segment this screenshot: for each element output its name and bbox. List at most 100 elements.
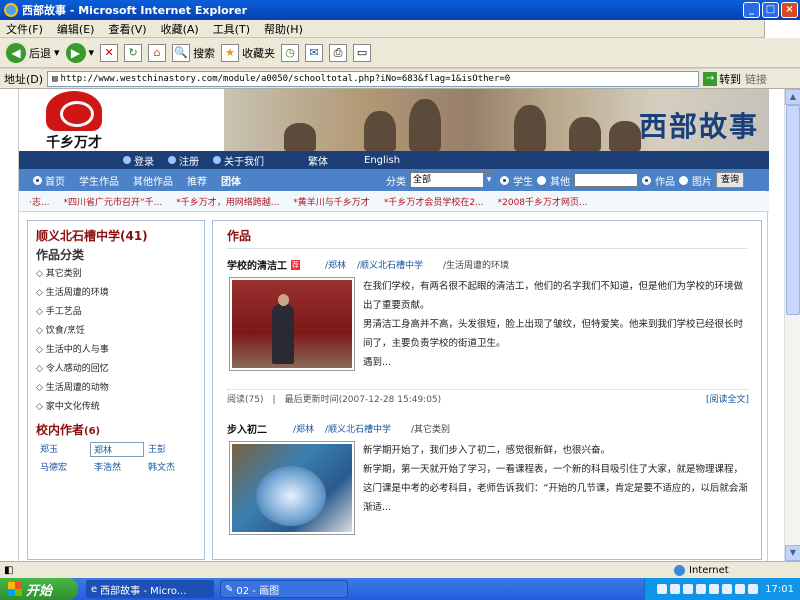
links-button[interactable]: 链接 bbox=[745, 71, 767, 87]
category-link[interactable]: 手工艺品 bbox=[36, 303, 196, 322]
tray-icon[interactable] bbox=[657, 584, 668, 594]
school-link[interactable]: /顺义北石槽中学 bbox=[357, 261, 423, 271]
school-name[interactable]: 顺义北石槽中学(41) bbox=[36, 227, 196, 244]
author-link[interactable]: 马德宏 bbox=[36, 460, 90, 473]
article-thumbnail[interactable] bbox=[229, 277, 355, 371]
article-school[interactable]: /顺义北石槽中学 bbox=[325, 422, 391, 435]
nav-recommend[interactable]: 推荐 bbox=[187, 173, 207, 188]
scroll-up-icon[interactable]: ▲ bbox=[785, 89, 800, 105]
menu-tools[interactable]: 工具(T) bbox=[213, 21, 250, 37]
address-input[interactable]: ▤ http://www.westchinastory.com/module/a0… bbox=[47, 70, 700, 87]
about-link[interactable]: 关于我们 bbox=[213, 153, 264, 168]
tray-icon[interactable] bbox=[696, 584, 707, 594]
article-title[interactable]: 步入初二 bbox=[227, 421, 267, 436]
ticker-item[interactable]: *2008千乡万才网页... bbox=[498, 195, 588, 208]
forward-button[interactable]: ▶ ▾ bbox=[65, 42, 95, 63]
scroll-thumb[interactable] bbox=[786, 105, 800, 315]
refresh-icon[interactable]: ↻ bbox=[124, 43, 143, 62]
article-school[interactable]: /顺义北石槽中学 bbox=[357, 258, 423, 271]
back-button[interactable]: ◀ 后退 ▾ bbox=[6, 42, 60, 63]
menu-file[interactable]: 文件(F) bbox=[6, 21, 43, 37]
article-author[interactable]: /郑林 bbox=[293, 422, 314, 435]
ticker-item[interactable]: *黄羊川与千乡万才 bbox=[293, 195, 370, 208]
favorites-button[interactable]: ★ 收藏夹 bbox=[221, 43, 275, 62]
category-link[interactable]: 生活中的人与事 bbox=[36, 341, 196, 360]
menu-help[interactable]: 帮助(H) bbox=[264, 21, 303, 37]
tray-icon[interactable] bbox=[670, 584, 681, 594]
article-category[interactable]: /生活周遭的环境 bbox=[443, 258, 509, 271]
image-radio[interactable] bbox=[679, 175, 688, 185]
traditional-chinese-link[interactable]: 繁体 bbox=[308, 153, 328, 168]
menu-edit[interactable]: 编辑(E) bbox=[57, 21, 95, 37]
menu-favorites[interactable]: 收藏(A) bbox=[161, 21, 199, 37]
nav-student-works[interactable]: 学生作品 bbox=[79, 173, 119, 188]
search-button[interactable]: 🔍 搜索 bbox=[172, 43, 215, 62]
article-thumbnail[interactable] bbox=[229, 441, 355, 535]
clock[interactable]: 17:01 bbox=[765, 584, 794, 595]
category-link[interactable]: 饮食/烹饪 bbox=[36, 322, 196, 341]
register-label: 注册 bbox=[179, 156, 199, 168]
category-link[interactable]: 生活周遭的环境 bbox=[36, 284, 196, 303]
forward-dropdown-icon[interactable]: ▾ bbox=[89, 46, 95, 59]
school-link[interactable]: /顺义北石槽中学 bbox=[325, 425, 391, 435]
author-link[interactable]: 郑玉 bbox=[36, 442, 90, 457]
ticker-item[interactable]: *千乡万才会员学校在2... bbox=[384, 195, 484, 208]
scroll-down-icon[interactable]: ▼ bbox=[785, 545, 800, 561]
close-button[interactable]: × bbox=[781, 2, 798, 18]
nav-home-label: 首页 bbox=[45, 176, 65, 188]
tray-icon[interactable] bbox=[683, 584, 694, 594]
back-dropdown-icon[interactable]: ▾ bbox=[54, 46, 60, 59]
go-button[interactable]: → 转到 bbox=[703, 71, 741, 87]
author-link-selected[interactable]: 郑林 bbox=[90, 442, 144, 457]
author-link[interactable]: 王彭 bbox=[144, 442, 198, 457]
article-title[interactable]: 学校的清洁工荐 bbox=[227, 257, 300, 272]
taskbar-item-paint[interactable]: ✎ 02 - 画图 bbox=[220, 580, 348, 598]
tray-icon[interactable] bbox=[748, 584, 759, 594]
nav-home[interactable]: 首页 bbox=[33, 173, 65, 188]
tray-icon[interactable] bbox=[735, 584, 746, 594]
tray-icon[interactable] bbox=[722, 584, 733, 594]
maximize-button[interactable]: □ bbox=[762, 2, 779, 18]
author-link[interactable]: /郑林 bbox=[325, 261, 346, 271]
site-banner: 千乡万才 西部故事 bbox=[19, 89, 769, 151]
edit-icon[interactable]: ▭ bbox=[353, 43, 372, 62]
nav-other-works[interactable]: 其他作品 bbox=[133, 173, 173, 188]
english-link[interactable]: English bbox=[364, 155, 400, 166]
category-link[interactable]: 生活周遭的动物 bbox=[36, 379, 196, 398]
start-button[interactable]: 开始 bbox=[0, 578, 78, 600]
history-icon[interactable]: ◷ bbox=[281, 43, 300, 62]
home-icon[interactable]: ⌂ bbox=[148, 43, 167, 62]
paint-icon: ✎ bbox=[225, 583, 234, 595]
work-radio[interactable] bbox=[642, 175, 651, 185]
mail-icon[interactable]: ✉ bbox=[305, 43, 324, 62]
author-link[interactable]: 韩文杰 bbox=[144, 460, 198, 473]
category-link[interactable]: 令人感动的回忆 bbox=[36, 360, 196, 379]
ticker-item[interactable]: *四川省广元市召开“千... bbox=[63, 195, 162, 208]
search-submit-button[interactable]: 查询 bbox=[716, 172, 745, 188]
print-icon[interactable]: ⎙ bbox=[329, 43, 348, 62]
category-link[interactable]: 家中文化传统 bbox=[36, 398, 196, 417]
category-select[interactable]: 全部 bbox=[410, 172, 496, 188]
article-category[interactable]: /其它类别 bbox=[411, 422, 450, 435]
article-author[interactable]: /郑林 bbox=[325, 258, 346, 271]
author-link[interactable]: 李浩然 bbox=[90, 460, 144, 473]
category-link[interactable]: 其它类别 bbox=[36, 265, 196, 284]
minimize-button[interactable]: _ bbox=[743, 2, 760, 18]
register-link[interactable]: 注册 bbox=[168, 153, 199, 168]
nav-group[interactable]: 团体 bbox=[221, 173, 241, 188]
bullet-icon bbox=[123, 156, 131, 164]
ticker-item[interactable]: *千乡万才，用网络跨越... bbox=[176, 195, 279, 208]
menu-view[interactable]: 查看(V) bbox=[108, 21, 146, 37]
vertical-scrollbar[interactable]: ▲ ▼ bbox=[784, 89, 800, 561]
tray-icon[interactable] bbox=[709, 584, 720, 594]
other-radio[interactable] bbox=[537, 175, 546, 185]
student-radio[interactable] bbox=[500, 175, 509, 185]
login-link[interactable]: 登录 bbox=[123, 153, 154, 168]
taskbar-item-ie[interactable]: e 西部故事 - Micro... bbox=[86, 580, 214, 598]
ticker-item[interactable]: ·志... bbox=[29, 195, 49, 208]
read-more-link[interactable]: [阅读全文] bbox=[706, 392, 749, 405]
search-input[interactable] bbox=[574, 173, 638, 187]
site-logo[interactable]: 千乡万才 bbox=[39, 91, 109, 151]
author-link[interactable]: /郑林 bbox=[293, 425, 314, 435]
stop-icon[interactable]: ✕ bbox=[100, 43, 119, 62]
